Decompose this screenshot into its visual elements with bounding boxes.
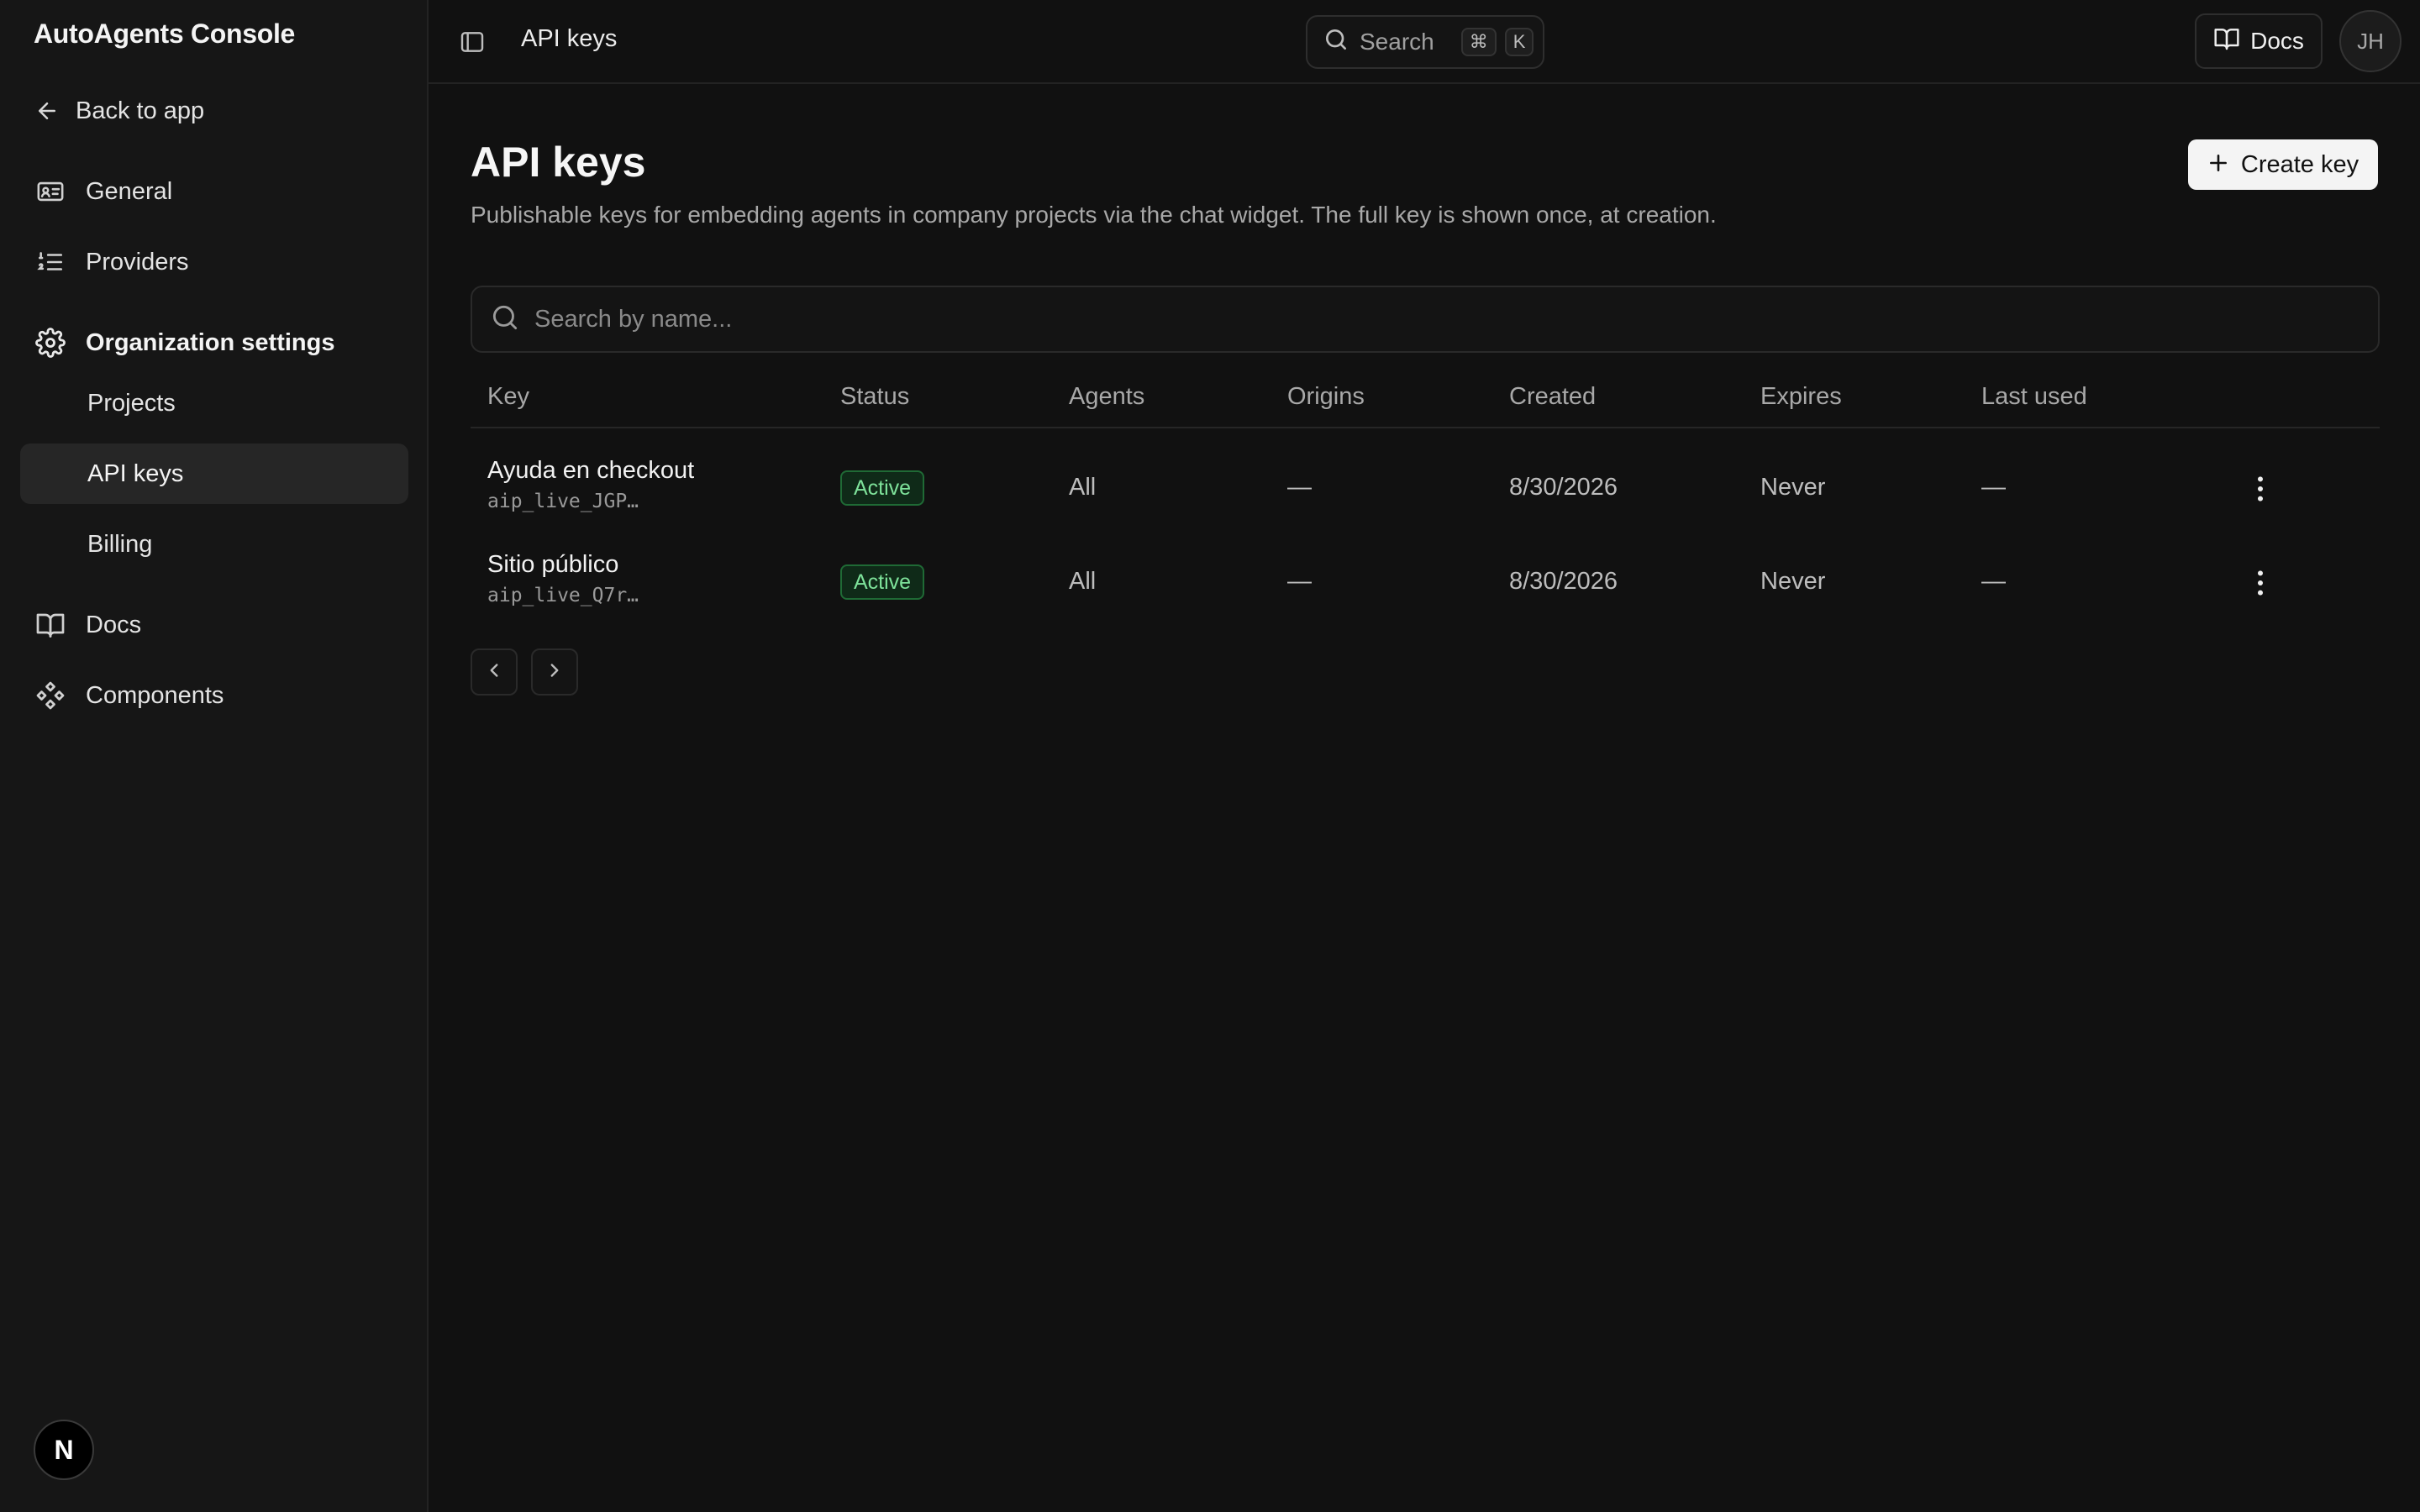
back-to-app-link[interactable]: Back to app (20, 81, 408, 141)
created-cell: 8/30/2026 (1509, 568, 1618, 595)
name-search-field (471, 286, 2380, 353)
key-prefix: aip_live_JGP… (487, 491, 639, 512)
breadcrumb: API keys (521, 25, 618, 52)
column-header-last-used[interactable]: Last used (1981, 383, 2087, 411)
expires-cell: Never (1760, 474, 1826, 501)
book-icon (2213, 25, 2240, 58)
back-to-app-label: Back to app (76, 97, 205, 124)
key-prefix: aip_live_Q7r… (487, 585, 639, 606)
app-root: AutoAgents Console Back to app General P… (0, 0, 2420, 1512)
chevron-right-icon (544, 659, 566, 685)
status-badge: Active (840, 470, 925, 506)
previous-page-button[interactable] (471, 648, 518, 696)
global-search-button[interactable]: Search ⌘ K (1306, 15, 1544, 69)
docs-button[interactable]: Docs (2195, 13, 2323, 69)
sidebar-item-label: Projects (87, 389, 176, 417)
created-cell: 8/30/2026 (1509, 474, 1618, 501)
create-key-button[interactable]: Create key (2188, 139, 2378, 190)
sidebar-item-label: General (86, 177, 173, 205)
sidebar-item-projects[interactable]: Projects (20, 373, 408, 433)
column-header-origins[interactable]: Origins (1287, 383, 1365, 411)
column-header-key[interactable]: Key (487, 383, 529, 411)
table-row[interactable]: Ayuda en checkout aip_live_JGP… Active A… (471, 442, 2380, 536)
origins-cell: — (1287, 474, 1312, 501)
search-label: Search (1360, 29, 1434, 55)
id-card-icon (32, 173, 69, 210)
sidebar-item-components[interactable]: Components (20, 665, 408, 726)
shortcut-key-k: K (1504, 28, 1534, 56)
sidebar: AutoAgents Console Back to app General P… (0, 0, 429, 1512)
column-header-expires[interactable]: Expires (1760, 383, 1842, 411)
sidebar-item-api-keys[interactable]: API keys (20, 444, 408, 504)
sidebar-item-organization-settings[interactable]: Organization settings (20, 312, 408, 373)
column-header-agents[interactable]: Agents (1069, 383, 1144, 411)
sidebar-item-docs[interactable]: Docs (20, 595, 408, 655)
status-badge: Active (840, 564, 925, 600)
gear-icon (32, 324, 69, 361)
key-name: Ayuda en checkout (487, 457, 695, 484)
sidebar-item-providers[interactable]: Providers (20, 232, 408, 292)
origins-cell: — (1287, 568, 1312, 595)
search-icon (1323, 26, 1349, 59)
topbar: API keys Search ⌘ K Docs JH (429, 0, 2420, 84)
table-row[interactable]: Sitio público aip_live_Q7r… Active All —… (471, 536, 2380, 630)
expires-cell: Never (1760, 568, 1826, 595)
sidebar-item-label: Docs (86, 611, 142, 638)
sidebar-toggle-icon[interactable] (459, 29, 486, 55)
column-header-status[interactable]: Status (840, 383, 909, 411)
avatar[interactable]: JH (2339, 10, 2402, 72)
search-input[interactable] (534, 305, 2215, 333)
app-title: AutoAgents Console (34, 18, 296, 49)
sidebar-item-general[interactable]: General (20, 161, 408, 222)
shortcut-key-cmd: ⌘ (1460, 28, 1497, 56)
create-key-label: Create key (2240, 150, 2360, 178)
chevron-left-icon (483, 659, 505, 685)
arrow-left-icon (29, 92, 66, 129)
page-title: API keys (471, 139, 646, 186)
sidebar-item-billing[interactable]: Billing (20, 514, 408, 575)
numbered-list-icon (32, 244, 69, 281)
table-header: Key Status Agents Origins Created Expire… (471, 370, 2380, 428)
book-icon (32, 606, 69, 643)
dev-tools-badge[interactable]: N (34, 1420, 94, 1480)
docs-button-label: Docs (2250, 28, 2304, 54)
key-name: Sitio público (487, 551, 619, 578)
last-used-cell: — (1981, 474, 2006, 501)
plus-icon (2207, 150, 2229, 179)
column-header-created[interactable]: Created (1509, 383, 1596, 411)
sidebar-item-label: Billing (87, 530, 153, 558)
next-page-button[interactable] (531, 648, 578, 696)
components-icon (32, 677, 69, 714)
search-icon (489, 302, 521, 338)
agents-cell: All (1069, 568, 1097, 595)
more-vertical-icon[interactable] (2244, 472, 2277, 506)
agents-cell: All (1069, 474, 1097, 501)
last-used-cell: — (1981, 568, 2006, 595)
sidebar-item-label: Organization settings (86, 328, 335, 356)
sidebar-item-label: Components (86, 681, 224, 709)
sidebar-item-label: API keys (87, 459, 184, 487)
more-vertical-icon[interactable] (2244, 566, 2277, 600)
sidebar-item-label: Providers (86, 248, 189, 276)
page-description: Publishable keys for embedding agents in… (471, 202, 1717, 228)
